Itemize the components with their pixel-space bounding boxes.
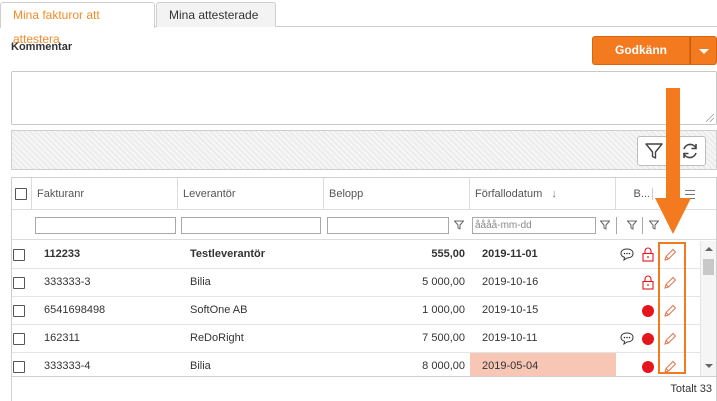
invoice-nr-cell: 333333-3 [44, 276, 91, 288]
approve-button[interactable]: Godkänn [592, 36, 690, 65]
scroll-thumb[interactable] [703, 259, 714, 275]
refresh-icon [683, 143, 697, 159]
supplier-filter-input[interactable] [181, 217, 321, 234]
due-date-filter-icon[interactable] [600, 220, 610, 230]
total-count: Totalt 33 [670, 383, 712, 395]
grid-footer: Totalt 33 [12, 376, 716, 401]
due-date-filter-input[interactable]: åååå-mm-dd [472, 217, 596, 234]
select-all-checkbox[interactable] [15, 188, 27, 200]
table-row[interactable]: 162311 ReDoRight 7 500,00 2019-10-11 [12, 325, 702, 353]
scroll-up-icon[interactable] [705, 247, 713, 251]
row-checkbox[interactable] [13, 277, 25, 289]
annotation-arrow-head-icon [655, 198, 691, 234]
grid-header: Fakturanr Leverantör Belopp Förfallodatu… [12, 178, 716, 210]
resize-handle-icon[interactable] [706, 114, 714, 122]
row-checkbox[interactable] [13, 333, 25, 345]
amount-cell: 1 000,00 [422, 304, 465, 316]
column-header-supplier[interactable]: Leverantör [178, 178, 324, 210]
invoice-nr-cell: 6541698498 [44, 304, 106, 316]
column-header-b[interactable]: B... [616, 178, 652, 210]
column-header-invoice-nr[interactable]: Fakturanr [32, 178, 178, 210]
grid-scrollbar[interactable] [700, 241, 716, 376]
table-row[interactable]: 6541698498 SoftOne AB 1 000,00 2019-10-1… [12, 297, 702, 325]
invoice-nr-cell: 162311 [44, 332, 80, 344]
supplier-cell: SoftOne AB [190, 304, 248, 316]
column-header-amount[interactable]: Belopp [324, 178, 470, 210]
comment-icon[interactable] [620, 332, 634, 345]
lock-icon [642, 247, 654, 262]
tab-bar: Mina fakturor att attestera Mina atteste… [0, 0, 717, 46]
due-date-cell: 2019-11-01 [482, 248, 538, 260]
supplier-cell: Testleverantör [190, 248, 265, 260]
comment-icon[interactable] [620, 248, 634, 261]
due-date-cell: 2019-10-15 [482, 304, 539, 316]
row-checkbox[interactable] [13, 305, 25, 317]
due-date-cell: 2019-10-16 [482, 276, 539, 288]
due-date-header-label: Förfallodatum [475, 188, 543, 200]
filter-icon [645, 143, 663, 159]
invoice-nr-filter-input[interactable] [35, 217, 176, 234]
lock-icon [642, 275, 654, 290]
supplier-cell: Bilia [190, 276, 211, 288]
amount-cell: 7 500,00 [422, 332, 465, 344]
amount-cell: 5 000,00 [422, 276, 465, 288]
tab-approved-invoices[interactable]: Mina attesterade [156, 2, 276, 27]
invoice-grid: Fakturanr Leverantör Belopp Förfallodatu… [11, 177, 717, 401]
row-checkbox[interactable] [13, 249, 25, 261]
filter-row: åååå-mm-dd [12, 210, 716, 240]
row-checkbox[interactable] [13, 361, 25, 373]
tab-invoices-to-approve[interactable]: Mina fakturor att attestera [0, 2, 155, 46]
status-red-dot-icon [642, 361, 654, 373]
status-red-dot-icon [642, 305, 654, 317]
column-header-due-date[interactable]: Förfallodatum ↓ [470, 178, 616, 210]
comment-label: Kommentar [11, 41, 73, 53]
b-filter-icon[interactable] [627, 220, 637, 230]
annotation-arrow-shaft [666, 88, 680, 200]
amount-filter-input[interactable] [327, 217, 449, 234]
invoice-nr-cell: 112233 [44, 248, 81, 260]
annotation-highlight-box [658, 242, 686, 374]
amount-cell: 555,00 [431, 248, 465, 260]
amount-filter-icon[interactable] [454, 220, 464, 230]
supplier-cell: ReDoRight [190, 332, 244, 344]
header-select-all-cell [12, 178, 32, 210]
due-date-cell: 2019-10-11 [482, 332, 538, 344]
table-row[interactable]: 112233 Testleverantör 555,00 2019-11-01 [12, 241, 702, 269]
scroll-down-icon[interactable] [705, 364, 713, 368]
approve-dropdown-button[interactable] [690, 36, 717, 65]
status-red-dot-icon [642, 333, 654, 345]
table-row[interactable]: 333333-3 Bilia 5 000,00 2019-10-16 [12, 269, 702, 297]
sort-desc-icon[interactable]: ↓ [551, 188, 557, 200]
caret-down-icon [699, 49, 709, 54]
grid-toolbar [11, 130, 717, 170]
comment-textarea[interactable] [11, 71, 717, 125]
